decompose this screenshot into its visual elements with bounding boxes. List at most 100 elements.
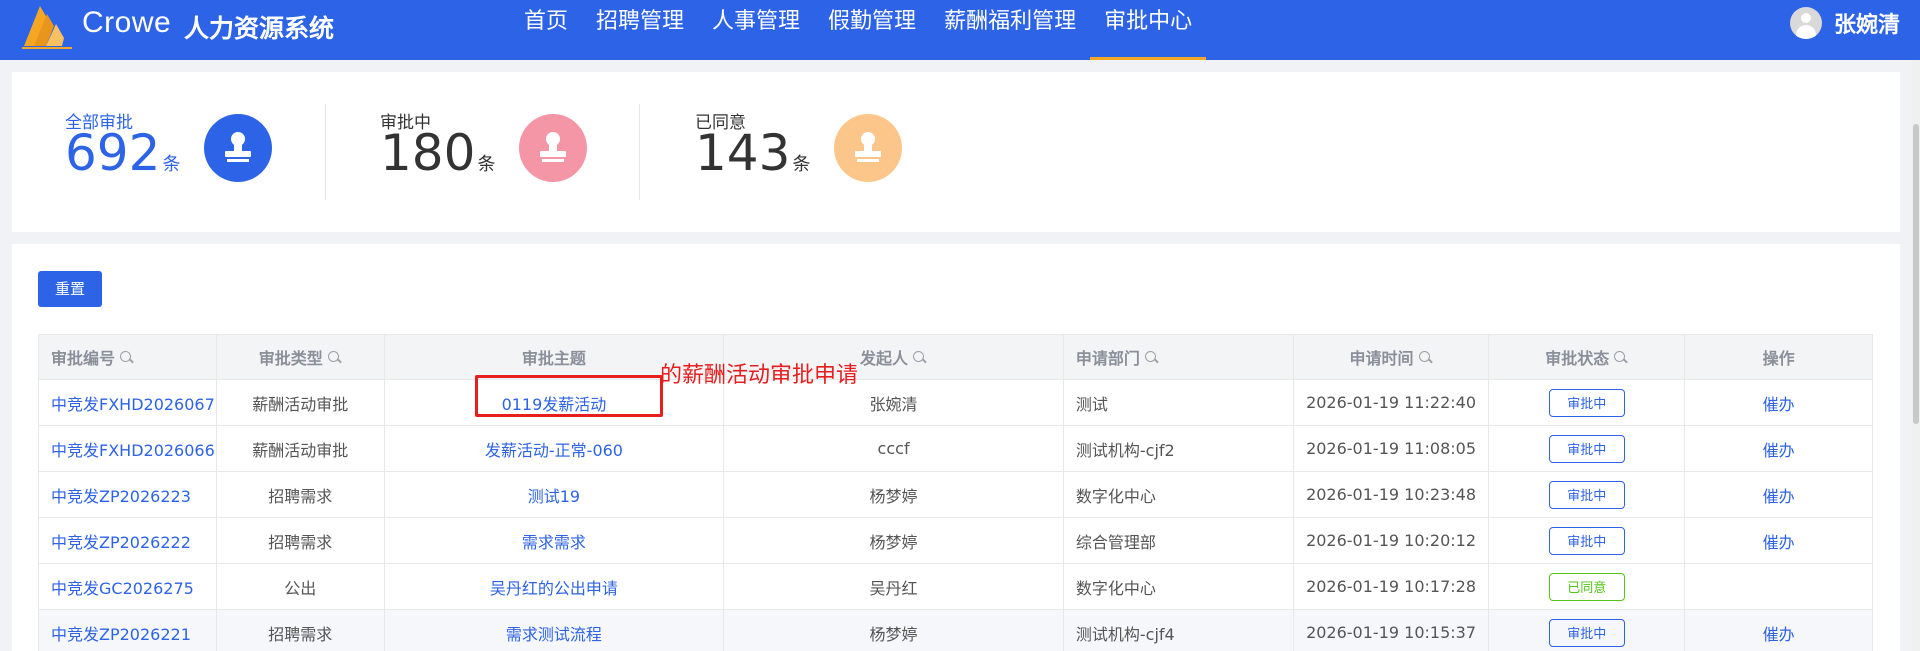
cell-status: 审批中 <box>1489 380 1686 425</box>
cell-type: 招聘需求 <box>217 518 385 563</box>
department-name: 测试机构-cjf4 <box>1075 624 1175 644</box>
cell-id: 中竞发ZP2026221 <box>39 610 217 651</box>
table-row: 中竞发FXHD2026067 薪酬活动审批 0119发薪活动 张婉清 测试 2026-01… <box>39 380 1872 426</box>
column-header-label: 发起人 <box>860 349 909 368</box>
initiator-name: 吴丹红 <box>869 578 918 598</box>
approval-list-card: 重置 审批编号 审批类型 审批主题 发起人 申请部门 申请时间 审批状态 操作 中竞发FXHD… <box>12 244 1900 651</box>
nav-item-0[interactable]: 首页 <box>510 0 582 60</box>
apply-time: 2026-01-19 10:15:37 <box>1306 623 1476 642</box>
search-icon[interactable] <box>327 350 342 365</box>
search-icon[interactable] <box>912 350 927 365</box>
approval-table: 审批编号 审批类型 审批主题 发起人 申请部门 申请时间 审批状态 操作 中竞发FXHD202… <box>38 334 1873 651</box>
approval-stats-card: 全部审批 692 条 审批中 180 条 已同意 143 条 <box>12 72 1900 232</box>
stat-value: 692 条 <box>65 124 181 182</box>
avatar[interactable] <box>1789 7 1822 39</box>
user-menu[interactable]: 张婉清 <box>1789 7 1900 39</box>
cell-type: 招聘需求 <box>217 610 385 651</box>
approval-id-link[interactable]: 中竞发FXHD2026067 <box>51 391 215 415</box>
status-badge: 已同意 <box>1548 572 1625 601</box>
cell-action: 催办 <box>1685 426 1872 471</box>
column-header-label: 申请时间 <box>1349 349 1414 368</box>
table-row: 中竞发ZP2026223 招聘需求 测试19 杨梦婷 数字化中心 2026-01-19 1… <box>39 472 1872 518</box>
cell-initiator: cccf <box>724 426 1064 471</box>
department-name: 测试机构-cjf2 <box>1075 440 1175 460</box>
cell-subject: 需求测试流程 <box>385 610 725 651</box>
search-icon[interactable] <box>1418 350 1433 365</box>
system-name: 人力资源系统 <box>184 14 335 43</box>
urge-link[interactable]: 催办 <box>1763 483 1795 507</box>
urge-link[interactable]: 催办 <box>1763 437 1795 461</box>
search-icon[interactable] <box>119 350 134 365</box>
crowe-logo <box>20 2 74 56</box>
cell-id: 中竞发ZP2026223 <box>39 472 217 517</box>
column-header-action: 操作 <box>1685 335 1872 379</box>
nav-item-2[interactable]: 人事管理 <box>698 0 814 60</box>
initiator-name: 杨梦婷 <box>869 532 918 552</box>
status-badge: 审批中 <box>1548 434 1625 463</box>
cell-action: 催办 <box>1685 518 1872 563</box>
cell-type: 公出 <box>217 564 385 609</box>
nav-item-4[interactable]: 薪酬福利管理 <box>930 0 1090 60</box>
cell-action: 催办 <box>1685 472 1872 517</box>
column-header-label: 审批状态 <box>1545 349 1610 368</box>
approval-id-link[interactable]: 中竞发ZP2026222 <box>51 529 191 553</box>
column-header-type: 审批类型 <box>217 335 385 379</box>
column-header-dept: 申请部门 <box>1064 335 1294 379</box>
search-icon[interactable] <box>1144 350 1159 365</box>
cell-status: 审批中 <box>1489 518 1686 563</box>
approval-type: 招聘需求 <box>268 486 333 506</box>
nav-item-1[interactable]: 招聘管理 <box>582 0 698 60</box>
column-header-status: 审批状态 <box>1489 335 1686 379</box>
cell-status: 审批中 <box>1489 472 1686 517</box>
approval-id-link[interactable]: 中竞发FXHD2026066 <box>51 437 215 461</box>
urge-link[interactable]: 催办 <box>1763 391 1795 415</box>
cell-initiator: 杨梦婷 <box>724 472 1064 517</box>
cell-id: 中竞发FXHD2026067 <box>39 380 217 425</box>
nav-item-3[interactable]: 假勤管理 <box>814 0 930 60</box>
column-header-label: 审批编号 <box>51 349 116 368</box>
approval-subject-link[interactable]: 需求测试流程 <box>506 621 602 645</box>
stamp-icon <box>204 114 272 182</box>
cell-time: 2026-01-19 10:15:37 <box>1294 610 1490 651</box>
approval-subject-link[interactable]: 测试19 <box>528 483 580 507</box>
table-row: 中竞发ZP2026221 招聘需求 需求测试流程 杨梦婷 测试机构-cjf4 2026-0… <box>39 610 1872 651</box>
approval-id-link[interactable]: 中竞发GC2026275 <box>51 575 194 599</box>
reset-button[interactable]: 重置 <box>38 271 102 307</box>
table-row: 中竞发FXHD2026066 薪酬活动审批 发薪活动-正常-060 cccf 测试机构-… <box>39 426 1872 472</box>
approval-subject-link[interactable]: 发薪活动-正常-060 <box>485 437 623 461</box>
cell-time: 2026-01-19 10:23:48 <box>1294 472 1490 517</box>
cell-time: 2026-01-19 11:08:05 <box>1294 426 1490 471</box>
table-row: 中竞发ZP2026222 招聘需求 需求需求 杨梦婷 综合管理部 2026-01-19 1… <box>39 518 1872 564</box>
approval-id-link[interactable]: 中竞发ZP2026221 <box>51 621 191 645</box>
cell-subject: 测试19 <box>385 472 725 517</box>
cell-type: 薪酬活动审批 <box>217 380 385 425</box>
divider <box>639 104 640 200</box>
approval-type: 公出 <box>284 578 317 598</box>
urge-link[interactable]: 催办 <box>1763 621 1795 645</box>
urge-link[interactable]: 催办 <box>1763 529 1795 553</box>
cell-dept: 测试机构-cjf4 <box>1064 610 1294 651</box>
apply-time: 2026-01-19 11:08:05 <box>1306 439 1476 458</box>
cell-action: 催办 <box>1685 610 1872 651</box>
search-icon[interactable] <box>1613 350 1628 365</box>
approval-subject-link[interactable]: 吴丹红的公出申请 <box>490 575 618 599</box>
approval-subject-link[interactable]: 需求需求 <box>522 529 586 553</box>
scrollbar-thumb[interactable] <box>1913 124 1919 424</box>
column-header-time: 申请时间 <box>1294 335 1490 379</box>
approval-id-link[interactable]: 中竞发ZP2026223 <box>51 483 191 507</box>
user-name[interactable]: 张婉清 <box>1834 7 1900 39</box>
cell-dept: 数字化中心 <box>1064 564 1294 609</box>
table-header: 审批编号 审批类型 审批主题 发起人 申请部门 申请时间 审批状态 操作 <box>39 335 1872 380</box>
cell-dept: 综合管理部 <box>1064 518 1294 563</box>
cell-status: 已同意 <box>1489 564 1686 609</box>
cell-action: 催办 <box>1685 380 1872 425</box>
page-scrollbar[interactable] <box>1912 60 1920 651</box>
department-name: 综合管理部 <box>1075 532 1156 552</box>
cell-status: 审批中 <box>1489 426 1686 471</box>
cell-type: 薪酬活动审批 <box>217 426 385 471</box>
apply-time: 2026-01-19 10:17:28 <box>1306 577 1476 596</box>
initiator-name: cccf <box>877 439 910 458</box>
nav-item-5[interactable]: 审批中心 <box>1090 0 1207 60</box>
department-name: 数字化中心 <box>1075 578 1156 598</box>
cell-id: 中竞发FXHD2026066 <box>39 426 217 471</box>
